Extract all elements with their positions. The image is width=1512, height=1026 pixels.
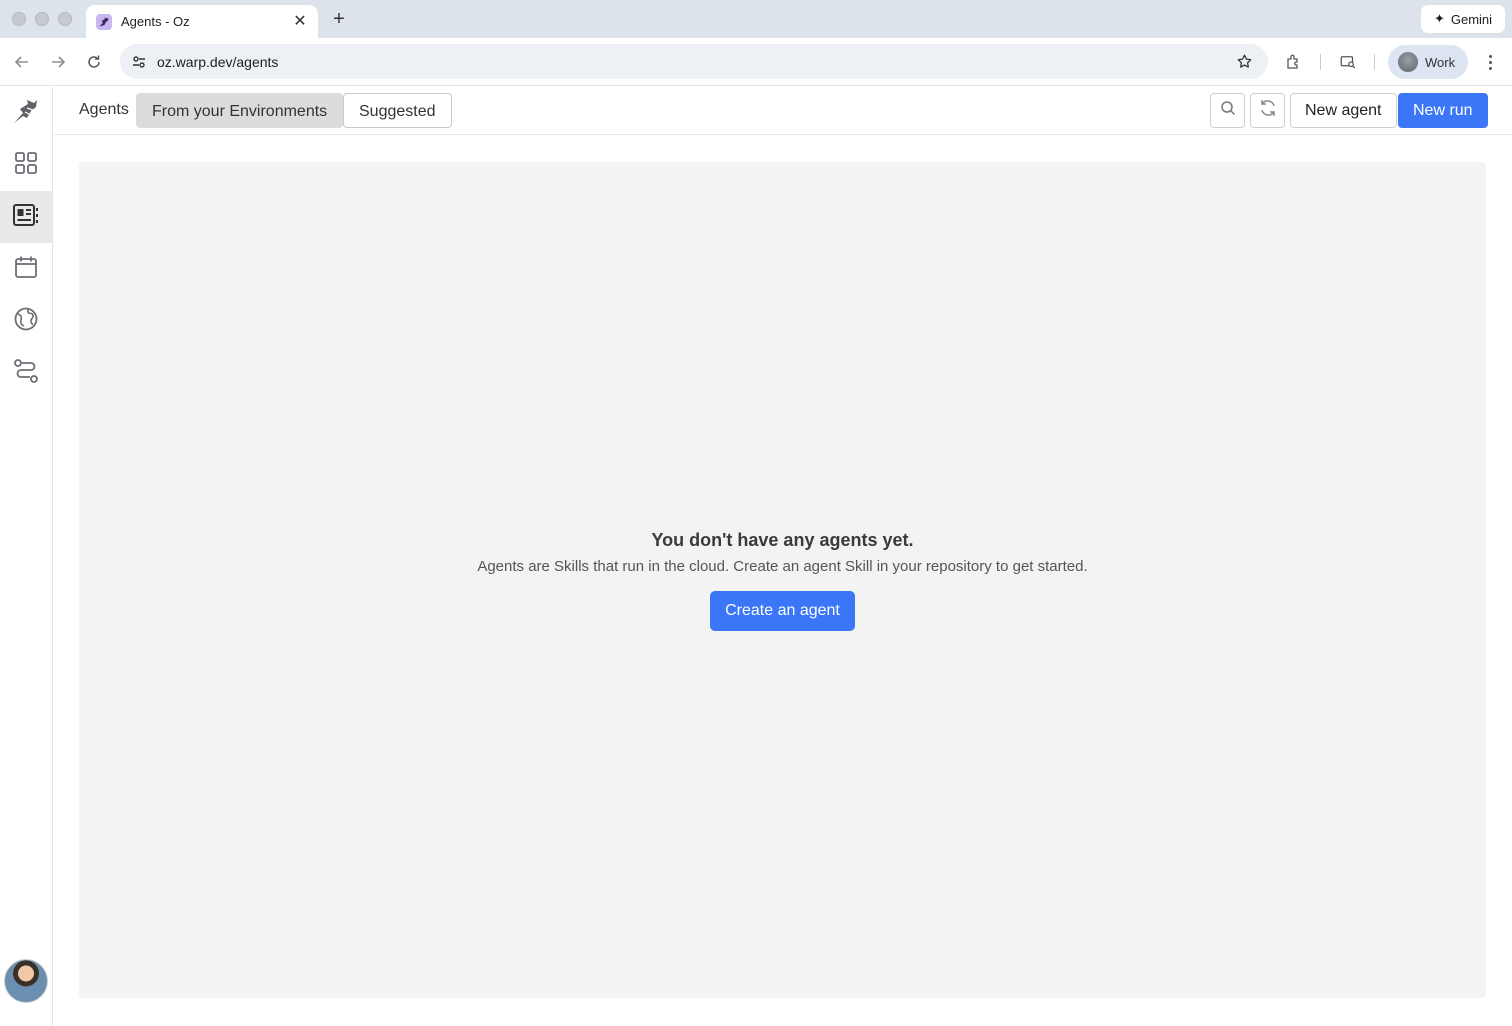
maximize-window-button[interactable] xyxy=(58,12,72,26)
tab-search-icon[interactable] xyxy=(1338,52,1358,72)
sidebar-item-agents[interactable] xyxy=(0,191,52,243)
close-window-button[interactable] xyxy=(12,12,26,26)
search-icon xyxy=(1220,100,1236,121)
toolbar-divider xyxy=(1320,54,1321,70)
refresh-button[interactable] xyxy=(1250,93,1285,128)
page-header: Agents From your Environments Suggested … xyxy=(53,87,1512,135)
reload-icon[interactable] xyxy=(82,50,106,74)
gemini-button[interactable]: ✦ Gemini xyxy=(1421,5,1505,33)
new-run-button[interactable]: New run xyxy=(1398,93,1488,128)
sidebar-item-home[interactable] xyxy=(0,87,52,139)
grid-icon xyxy=(13,150,39,181)
oz-logo-icon xyxy=(11,96,41,131)
tab-title: Agents - Oz xyxy=(121,14,190,29)
calendar-icon xyxy=(13,254,39,285)
new-agent-button[interactable]: New agent xyxy=(1290,93,1397,128)
refresh-icon xyxy=(1258,98,1278,123)
tab-suggested[interactable]: Suggested xyxy=(343,93,452,128)
empty-state-description: Agents are Skills that run in the cloud.… xyxy=(477,558,1088,575)
minimize-window-button[interactable] xyxy=(35,12,49,26)
page-title: Agents xyxy=(79,101,129,118)
browser-tab[interactable]: Agents - Oz ✕ xyxy=(86,5,318,38)
create-agent-button[interactable]: Create an agent xyxy=(710,591,855,631)
sidebar-item-integrations[interactable] xyxy=(0,347,52,399)
address-bar[interactable]: oz.warp.dev/agents xyxy=(120,44,1268,79)
profile-label: Work xyxy=(1425,54,1456,70)
globe-icon xyxy=(13,306,39,337)
sidebar-item-schedules[interactable] xyxy=(0,243,52,295)
empty-state-title: You don't have any agents yet. xyxy=(651,530,914,550)
user-avatar[interactable] xyxy=(4,959,48,1003)
url-text[interactable]: oz.warp.dev/agents xyxy=(157,54,1234,70)
profile-avatar xyxy=(1398,52,1418,72)
sidebar-item-dashboard[interactable] xyxy=(0,139,52,191)
tab-from-your-environments[interactable]: From your Environments xyxy=(136,93,344,128)
new-tab-button[interactable]: + xyxy=(328,8,350,30)
search-button[interactable] xyxy=(1210,93,1245,128)
profile-button[interactable]: Work xyxy=(1388,45,1468,79)
bookmark-star-icon[interactable] xyxy=(1234,52,1254,72)
sidebar-item-environments[interactable] xyxy=(0,295,52,347)
empty-state: You don't have any agents yet. Agents ar… xyxy=(79,530,1486,631)
agents-icon xyxy=(12,202,40,233)
extensions-puzzle-icon[interactable] xyxy=(1284,52,1304,72)
browser-toolbar: oz.warp.dev/agents Work xyxy=(0,38,1512,86)
back-arrow-icon[interactable] xyxy=(10,50,34,74)
browser-menu-icon[interactable] xyxy=(1480,51,1500,73)
oz-favicon-icon xyxy=(96,13,112,30)
close-icon[interactable]: ✕ xyxy=(292,13,308,30)
app-sidebar xyxy=(0,87,53,1026)
sparkle-icon: ✦ xyxy=(1433,11,1445,26)
route-icon xyxy=(12,357,40,390)
toolbar-divider xyxy=(1374,54,1375,70)
site-settings-icon[interactable] xyxy=(129,52,149,72)
gemini-label: Gemini xyxy=(1450,11,1493,27)
forward-arrow-icon[interactable] xyxy=(46,50,70,74)
agents-panel: You don't have any agents yet. Agents ar… xyxy=(79,162,1486,998)
tab-strip: Agents - Oz ✕ + ✦ Gemini xyxy=(0,0,1512,38)
browser-window: Agents - Oz ✕ + ✦ Gemini oz.warp.dev/age… xyxy=(0,0,1512,1026)
